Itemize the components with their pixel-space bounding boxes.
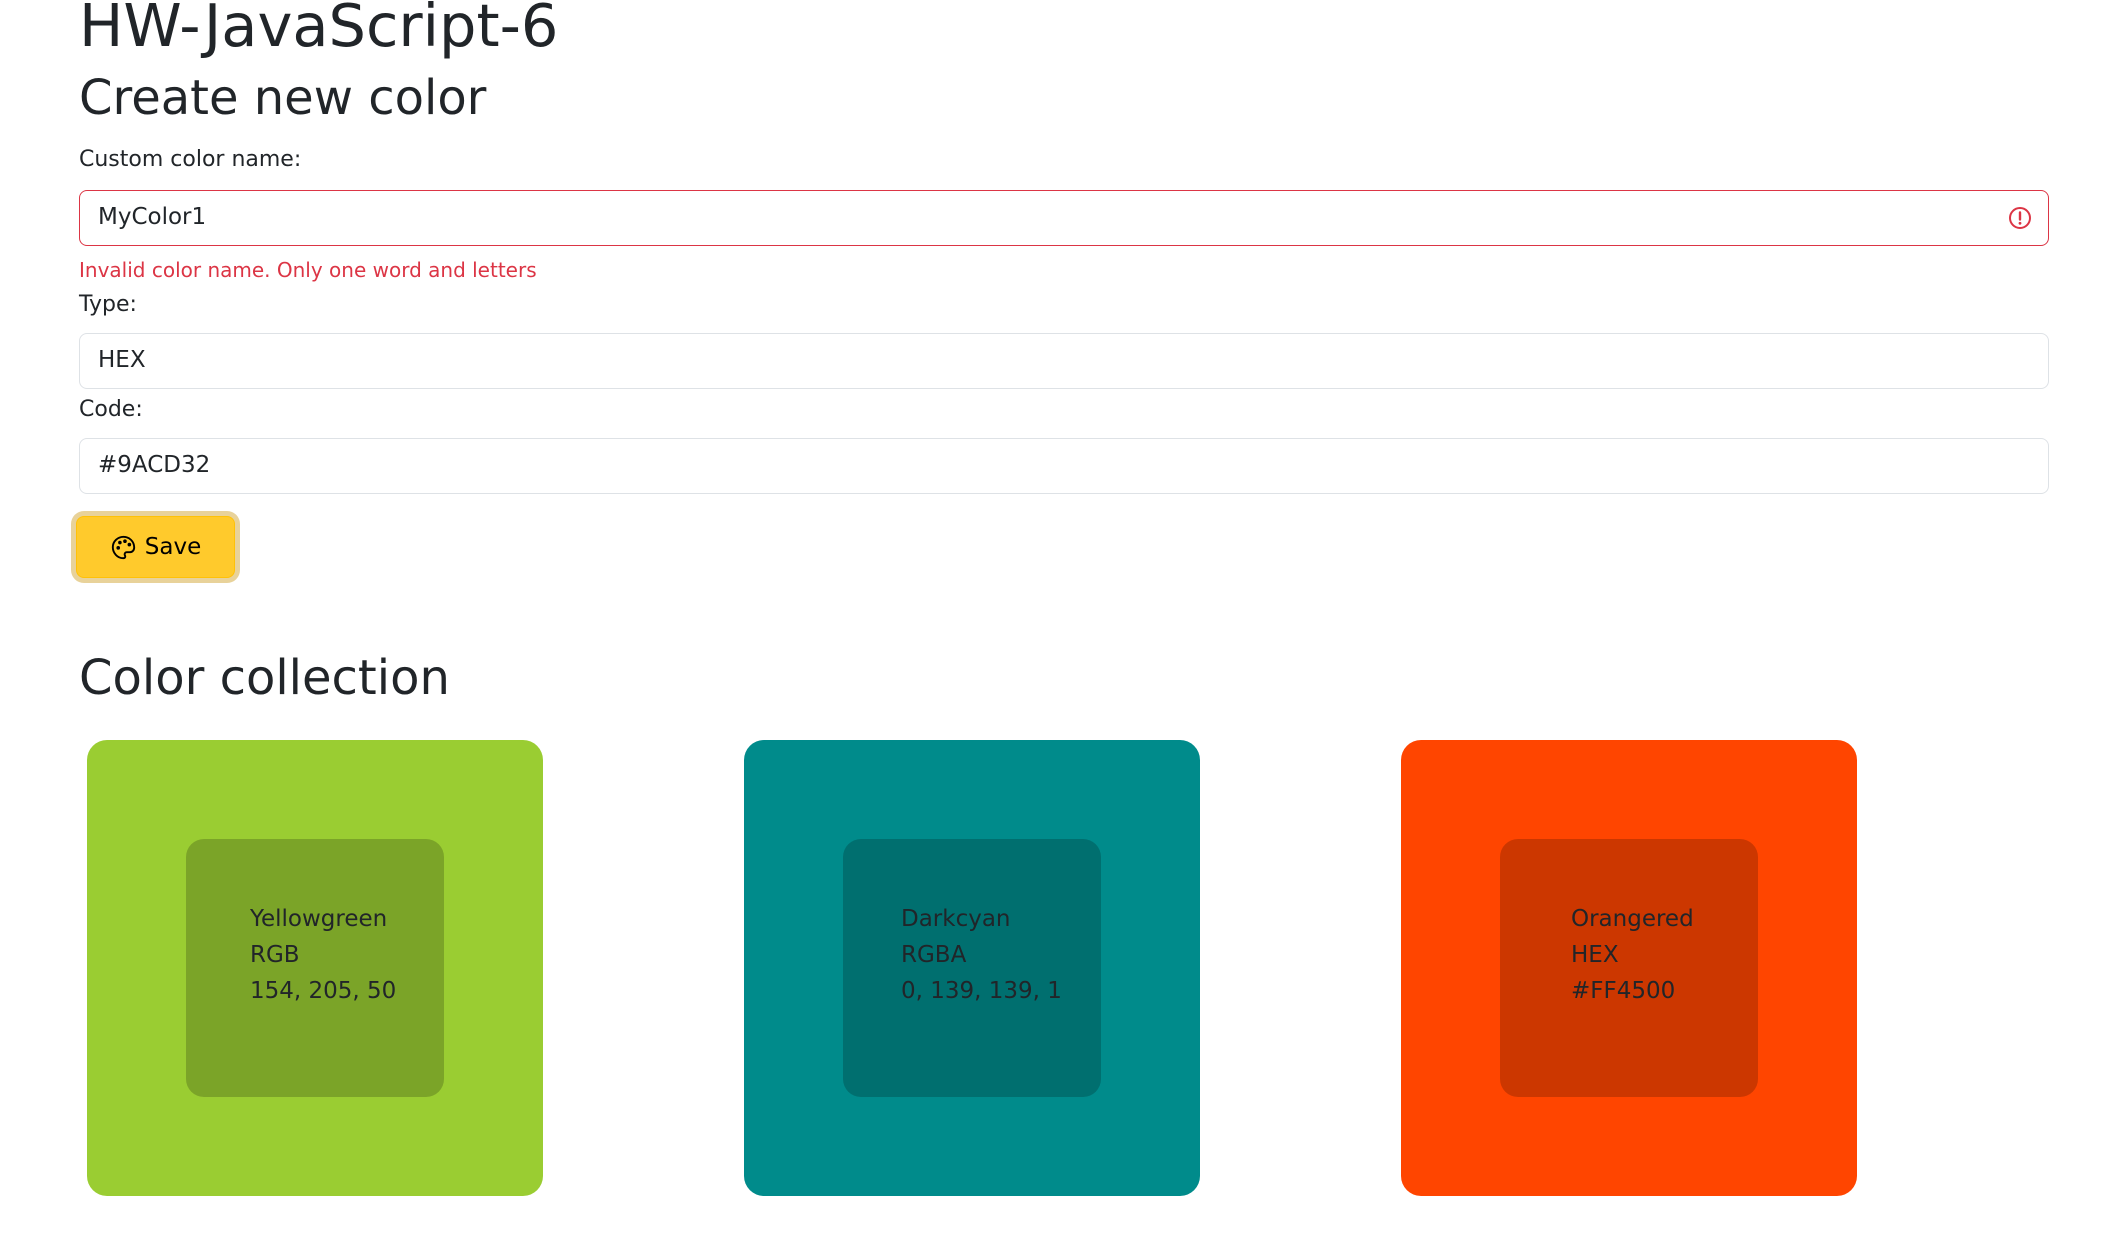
color-card-info: Orangered HEX #FF4500: [1500, 839, 1758, 1097]
color-card-name: Darkcyan: [901, 906, 1011, 932]
color-card-type: RGBA: [901, 942, 967, 968]
color-card-code: 154, 205, 50: [250, 978, 397, 1004]
save-button-label: Save: [144, 534, 202, 560]
color-name-input[interactable]: MyColor1: [79, 190, 2049, 246]
color-card-info: Darkcyan RGBA 0, 139, 139, 1: [843, 839, 1101, 1097]
color-name-label: Custom color name:: [79, 147, 302, 172]
palette-icon: [111, 535, 135, 559]
color-card-code: 0, 139, 139, 1: [901, 978, 1062, 1004]
color-card-name: Yellowgreen: [250, 906, 388, 932]
page: HW-JavaScript-6 Create new color Custom …: [0, 0, 2124, 1239]
color-card-type: RGB: [250, 942, 300, 968]
type-value: HEX: [98, 347, 146, 373]
type-select[interactable]: HEX: [79, 333, 2049, 389]
code-input[interactable]: #9ACD32: [79, 438, 2049, 494]
color-card-name: Orangered: [1571, 906, 1694, 932]
code-label: Code:: [79, 397, 143, 422]
color-name-error: Invalid color name. Only one word and le…: [79, 258, 537, 282]
color-card-darkcyan[interactable]: Darkcyan RGBA 0, 139, 139, 1: [744, 740, 1200, 1196]
color-card-type: HEX: [1571, 942, 1619, 968]
color-collection-heading: Color collection: [79, 650, 450, 706]
code-value: #9ACD32: [98, 452, 211, 478]
color-card-info: Yellowgreen RGB 154, 205, 50: [186, 839, 444, 1097]
type-label: Type:: [79, 292, 137, 317]
color-card-code: #FF4500: [1571, 978, 1676, 1004]
color-name-value: MyColor1: [98, 204, 207, 230]
color-card-orangered[interactable]: Orangered HEX #FF4500: [1401, 740, 1857, 1196]
color-card-yellowgreen[interactable]: Yellowgreen RGB 154, 205, 50: [87, 740, 543, 1196]
app-title: HW-JavaScript-6: [79, 0, 559, 60]
save-button[interactable]: Save: [76, 516, 235, 578]
create-color-heading: Create new color: [79, 70, 487, 126]
exclamation-circle-icon: [2009, 207, 2031, 229]
